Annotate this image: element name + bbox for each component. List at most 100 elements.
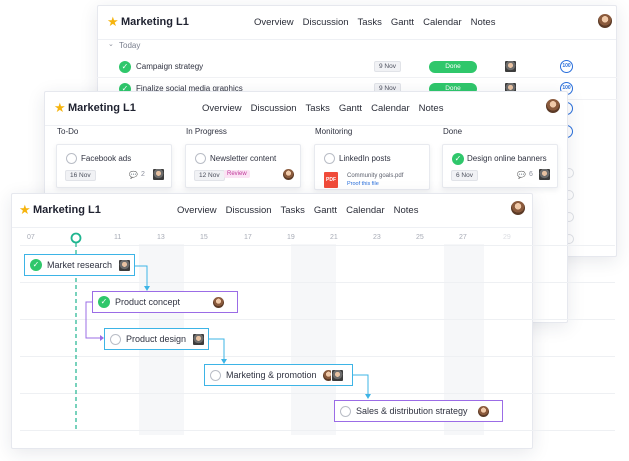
due-date[interactable]: 16 Nov bbox=[65, 170, 96, 181]
comment-count: 6 bbox=[529, 171, 533, 178]
project-nav: Overview Discussion Tasks Gantt Calendar… bbox=[202, 103, 452, 114]
project-nav: Overview Discussion Tasks Gantt Calendar… bbox=[177, 205, 427, 216]
date-tick: 13 bbox=[157, 234, 165, 241]
gantt-task-sales-distribution[interactable]: Sales & distribution strategy bbox=[334, 400, 503, 422]
assignee-avatar bbox=[192, 332, 206, 346]
checkmark-icon[interactable]: ✓ bbox=[30, 259, 42, 271]
tab-overview[interactable]: Overview bbox=[254, 17, 294, 28]
star-icon[interactable]: ★ bbox=[19, 203, 31, 216]
grid-line bbox=[20, 319, 615, 320]
date-tick: 17 bbox=[244, 234, 252, 241]
date-tick: 15 bbox=[200, 234, 208, 241]
grid-line bbox=[20, 282, 615, 283]
attachment-name[interactable]: Community goals.pdf bbox=[347, 173, 403, 179]
tab-gantt[interactable]: Gantt bbox=[391, 17, 414, 28]
tab-overview[interactable]: Overview bbox=[202, 103, 242, 114]
gantt-task-product-design[interactable]: Product design bbox=[104, 328, 209, 350]
tab-notes[interactable]: Notes bbox=[471, 17, 496, 28]
grid-line bbox=[20, 393, 615, 394]
task-card[interactable]: LinkedIn posts PDF Community goals.pdf P… bbox=[314, 144, 430, 190]
tab-discussion[interactable]: Discussion bbox=[226, 205, 272, 216]
date-tick: 21 bbox=[330, 234, 338, 241]
incomplete-circle-icon[interactable] bbox=[195, 153, 206, 164]
column-header-done: Done bbox=[443, 127, 463, 136]
tab-calendar[interactable]: Calendar bbox=[423, 17, 462, 28]
project-title: Marketing L1 bbox=[121, 16, 189, 28]
card-title: Newsletter content bbox=[210, 154, 277, 163]
task-card[interactable]: Facebook ads 16 Nov 💬 2 bbox=[56, 144, 172, 188]
card-title: Facebook ads bbox=[81, 154, 132, 163]
task-card[interactable]: ✓ Design online banners 6 Nov 💬 6 bbox=[442, 144, 558, 188]
gantt-task-market-research[interactable]: ✓ Market research bbox=[24, 254, 135, 276]
tab-tasks[interactable]: Tasks bbox=[358, 17, 382, 28]
grid-line bbox=[20, 356, 615, 357]
comment-count: 2 bbox=[141, 171, 145, 178]
star-icon[interactable]: ★ bbox=[54, 101, 66, 114]
gantt-task-product-concept[interactable]: ✓ Product concept bbox=[92, 291, 238, 313]
incomplete-circle-icon[interactable] bbox=[340, 405, 351, 417]
tab-gantt[interactable]: Gantt bbox=[339, 103, 362, 114]
project-title: Marketing L1 bbox=[33, 204, 101, 216]
card-title: LinkedIn posts bbox=[339, 154, 391, 163]
comment-icon: 💬 bbox=[129, 172, 138, 179]
list-row[interactable]: ✓ Campaign strategy 9 Nov Done 100 bbox=[97, 56, 617, 78]
user-avatar[interactable] bbox=[545, 98, 561, 114]
assignee-avatar bbox=[330, 368, 344, 382]
due-date[interactable]: 6 Nov bbox=[451, 170, 478, 181]
task-label: Market research bbox=[47, 260, 113, 270]
user-avatar[interactable] bbox=[597, 13, 613, 29]
status-tag[interactable]: Review bbox=[224, 170, 250, 178]
date-tick: 23 bbox=[373, 234, 381, 241]
assignee-avatar bbox=[476, 404, 490, 418]
tab-notes[interactable]: Notes bbox=[419, 103, 444, 114]
progress-count: 100 bbox=[560, 60, 573, 73]
incomplete-circle-icon[interactable] bbox=[210, 369, 221, 381]
date-tick: 07 bbox=[27, 234, 35, 241]
task-card[interactable]: Newsletter content 12 Nov Review bbox=[185, 144, 301, 188]
checkmark-icon[interactable]: ✓ bbox=[119, 61, 131, 73]
weekend-shade bbox=[291, 244, 336, 435]
status-badge[interactable]: Done bbox=[429, 61, 477, 73]
due-date[interactable]: 9 Nov bbox=[374, 61, 401, 72]
date-tick: 19 bbox=[287, 234, 295, 241]
task-label: Marketing & promotion bbox=[226, 370, 317, 380]
incomplete-circle-icon[interactable] bbox=[66, 153, 77, 164]
tab-notes[interactable]: Notes bbox=[394, 205, 419, 216]
due-date[interactable]: 12 Nov bbox=[194, 170, 225, 181]
checkmark-icon[interactable]: ✓ bbox=[452, 153, 464, 165]
task-label: Product design bbox=[126, 334, 187, 344]
assignee-avatar bbox=[282, 168, 295, 181]
date-tick: 29 bbox=[503, 234, 511, 241]
tab-discussion[interactable]: Discussion bbox=[251, 103, 297, 114]
tab-overview[interactable]: Overview bbox=[177, 205, 217, 216]
user-avatar[interactable] bbox=[510, 200, 526, 216]
tab-tasks[interactable]: Tasks bbox=[306, 103, 330, 114]
card-title: Design online banners bbox=[467, 154, 547, 163]
date-tick: 09 bbox=[70, 234, 78, 241]
tab-tasks[interactable]: Tasks bbox=[281, 205, 305, 216]
incomplete-circle-icon[interactable] bbox=[324, 153, 335, 164]
tab-gantt[interactable]: Gantt bbox=[314, 205, 337, 216]
gantt-task-marketing-promotion[interactable]: Marketing & promotion bbox=[204, 364, 353, 386]
chevron-down-icon[interactable]: ⌄ bbox=[108, 40, 114, 48]
star-icon[interactable]: ★ bbox=[107, 15, 119, 28]
assignee-avatar bbox=[152, 168, 165, 181]
tab-discussion[interactable]: Discussion bbox=[303, 17, 349, 28]
assignee-avatar bbox=[118, 258, 132, 272]
project-nav: Overview Discussion Tasks Gantt Calendar… bbox=[254, 17, 504, 28]
date-tick: 25 bbox=[416, 234, 424, 241]
date-tick: 27 bbox=[459, 234, 467, 241]
gantt-view-header: ★ Marketing L1 Overview Discussion Tasks… bbox=[12, 194, 532, 228]
checkmark-icon[interactable]: ✓ bbox=[98, 296, 110, 308]
tab-calendar[interactable]: Calendar bbox=[371, 103, 410, 114]
incomplete-circle-icon[interactable] bbox=[110, 333, 121, 345]
list-view-header: ★ Marketing L1 Overview Discussion Tasks… bbox=[98, 6, 616, 40]
pdf-file-icon[interactable]: PDF bbox=[324, 172, 338, 188]
board-view-header: ★ Marketing L1 Overview Discussion Tasks… bbox=[45, 92, 567, 126]
grid-line bbox=[20, 245, 615, 246]
section-today: Today bbox=[119, 41, 141, 50]
task-label: Product concept bbox=[115, 297, 181, 307]
tab-calendar[interactable]: Calendar bbox=[346, 205, 385, 216]
column-header-in-progress: In Progress bbox=[186, 127, 227, 136]
proof-file-link[interactable]: Proof this file bbox=[347, 181, 379, 187]
